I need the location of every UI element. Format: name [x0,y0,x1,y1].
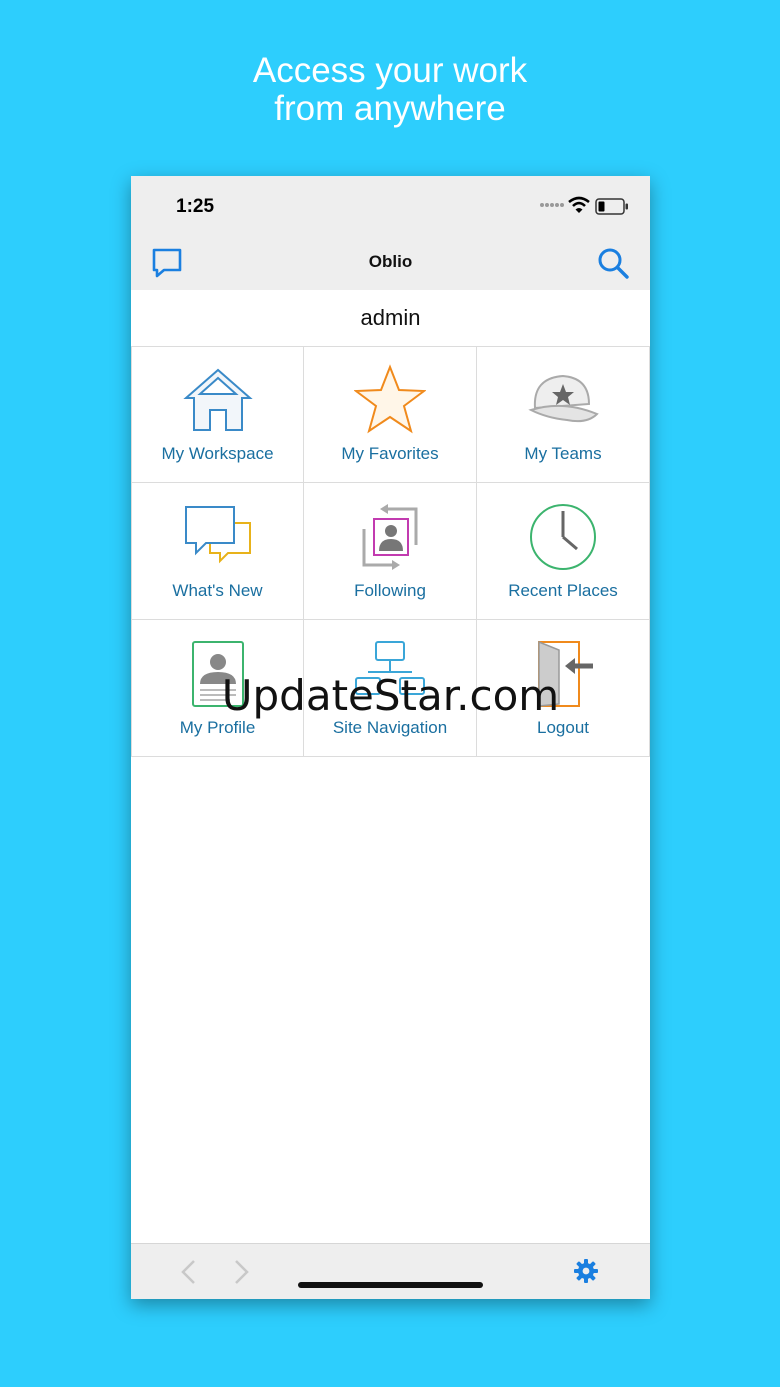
promo-line-2: from anywhere [274,89,506,128]
speech-bubbles-icon [184,506,251,564]
signal-icon [540,203,564,207]
tile-my-workspace[interactable]: My Workspace [131,346,304,483]
tile-my-teams[interactable]: My Teams [477,346,650,483]
tile-label: My Teams [524,444,602,463]
nav-bar: Oblio [131,238,650,290]
tile-label: Recent Places [508,581,618,600]
tile-label: What's New [172,581,263,600]
tile-recent-places[interactable]: Recent Places [477,483,650,620]
tile-label: My Profile [179,718,256,737]
promo-line-1: Access your work [252,51,528,90]
star-icon [354,364,426,434]
tile-whats-new[interactable]: What's New [131,483,304,620]
promo-headline: Access your work from anywhere [0,52,780,128]
cap-icon [528,374,599,423]
house-icon [182,368,253,431]
battery-icon [595,198,628,215]
chevron-right-icon[interactable] [231,1258,251,1286]
status-bar: 1:25 [131,176,650,238]
user-name: admin [131,290,650,347]
tile-label: Following [354,581,426,600]
chevron-left-icon[interactable] [179,1258,199,1286]
tile-label: Site Navigation [332,718,448,737]
app-title: Oblio [368,252,413,271]
bottom-toolbar [131,1243,650,1299]
gear-icon[interactable] [573,1258,599,1284]
tile-label: Logout [537,718,589,737]
clock-icon [530,504,596,570]
watermark-text: UpdateStar.com [221,671,560,720]
wifi-icon [568,196,590,213]
home-indicator [298,1282,483,1288]
status-time: 1:25 [176,196,215,217]
tile-my-favorites[interactable]: My Favorites [304,346,477,483]
tile-following[interactable]: Following [304,483,477,620]
tile-label: My Favorites [341,444,439,463]
following-icon [362,504,418,570]
tile-label: My Workspace [161,444,274,463]
search-icon[interactable] [597,247,629,279]
phone-screen: 1:25 Oblio admin My Workspace My Favorit… [131,176,650,1299]
